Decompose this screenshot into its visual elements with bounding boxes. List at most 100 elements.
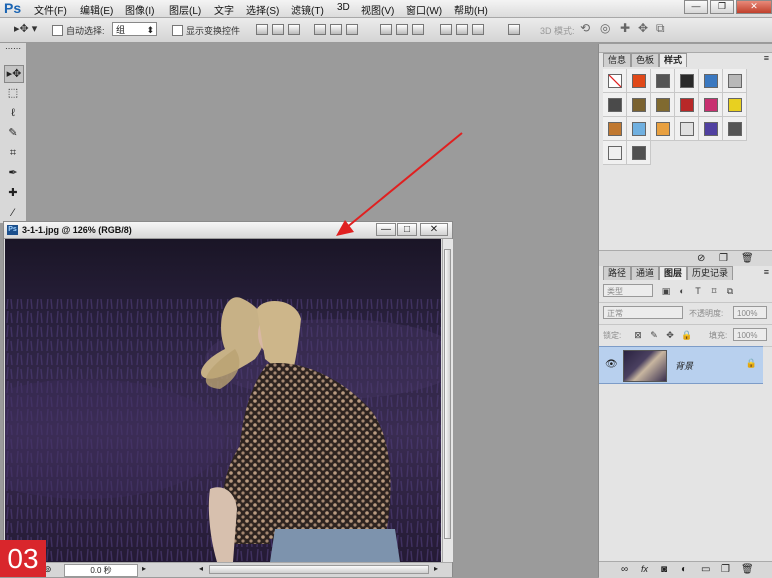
auto-align-icon[interactable] bbox=[508, 24, 520, 35]
style-swatch-cell[interactable] bbox=[627, 141, 651, 165]
tab-swatches[interactable]: 色板 bbox=[631, 53, 660, 67]
tab-paths[interactable]: 路径 bbox=[603, 266, 632, 280]
distribute-left-icon[interactable] bbox=[440, 24, 452, 35]
layer-row-background[interactable]: 👁 背景 🔒 bbox=[599, 346, 763, 384]
style-swatch-cell[interactable] bbox=[651, 69, 675, 93]
align-left-icon[interactable] bbox=[314, 24, 326, 35]
link-layers-icon[interactable]: ∞ bbox=[621, 564, 628, 575]
style-swatch-cell[interactable] bbox=[603, 141, 627, 165]
align-top-icon[interactable] bbox=[256, 24, 268, 35]
distribute-right-icon[interactable] bbox=[472, 24, 484, 35]
style-swatch-cell[interactable] bbox=[675, 117, 699, 141]
menu-window[interactable]: 窗口(W) bbox=[406, 2, 442, 17]
delete-layer-icon[interactable]: 🗑 bbox=[741, 564, 754, 575]
healing-brush-tool-icon[interactable]: ✚ bbox=[4, 185, 22, 201]
quick-select-tool-icon[interactable]: ✎ bbox=[4, 125, 22, 141]
style-swatch-cell[interactable] bbox=[675, 93, 699, 117]
auto-select-checkbox[interactable] bbox=[52, 25, 63, 36]
style-swatch-cell[interactable] bbox=[699, 93, 723, 117]
add-mask-icon[interactable]: ◙ bbox=[661, 564, 667, 575]
lasso-tool-icon[interactable]: ℓ bbox=[4, 105, 22, 121]
tab-info[interactable]: 信息 bbox=[603, 53, 632, 67]
doc-maximize-button[interactable]: □ bbox=[397, 223, 417, 236]
distribute-bottom-icon[interactable] bbox=[412, 24, 424, 35]
3d-slide-icon[interactable]: ✥ bbox=[638, 21, 648, 35]
window-restore-button[interactable]: ❐ bbox=[710, 0, 734, 14]
3d-pan-icon[interactable]: ✚ bbox=[620, 21, 630, 35]
style-swatch-cell[interactable] bbox=[699, 69, 723, 93]
align-hcenter-icon[interactable] bbox=[330, 24, 342, 35]
distribute-hcenter-icon[interactable] bbox=[456, 24, 468, 35]
lock-position-icon[interactable]: ✥ bbox=[665, 330, 675, 340]
layer-name[interactable]: 背景 bbox=[675, 359, 693, 372]
style-swatch-cell[interactable] bbox=[723, 117, 747, 141]
filter-adjust-icon[interactable]: ◐ bbox=[677, 286, 687, 296]
style-swatch-cell[interactable] bbox=[627, 117, 651, 141]
clear-style-icon[interactable]: ⊘ bbox=[697, 253, 705, 264]
style-swatch-cell[interactable] bbox=[603, 93, 627, 117]
layers-menu-icon[interactable]: ≡ bbox=[764, 267, 769, 277]
filter-pixel-icon[interactable]: ▣ bbox=[661, 286, 671, 296]
vertical-scrollbar[interactable] bbox=[442, 239, 453, 562]
style-swatch-cell[interactable] bbox=[603, 69, 627, 93]
status-arrow-icon[interactable]: ▸ bbox=[142, 564, 146, 573]
delete-style-icon[interactable]: 🗑 bbox=[741, 253, 754, 264]
show-transform-checkbox[interactable] bbox=[172, 25, 183, 36]
lock-transparent-icon[interactable]: ⊠ bbox=[633, 330, 643, 340]
tab-history[interactable]: 历史记录 bbox=[687, 266, 734, 280]
window-close-button[interactable]: ✕ bbox=[736, 0, 772, 14]
scroll-left-icon[interactable]: ◂ bbox=[199, 564, 203, 573]
menu-type[interactable]: 文字 bbox=[214, 2, 234, 17]
panel-menu-icon[interactable]: ≡ bbox=[764, 53, 769, 63]
doc-minimize-button[interactable]: — bbox=[376, 223, 396, 236]
move-tool-icon[interactable]: ▸✥ bbox=[4, 65, 24, 83]
blend-mode-dropdown[interactable]: 正常 bbox=[603, 306, 683, 319]
distribute-vcenter-icon[interactable] bbox=[396, 24, 408, 35]
tools-grip[interactable]: ⋯⋯ bbox=[4, 45, 22, 53]
3d-rotate-icon[interactable]: ⟲ bbox=[580, 21, 590, 35]
lock-pixels-icon[interactable]: ✎ bbox=[649, 330, 659, 340]
filter-type-icon[interactable]: T bbox=[693, 286, 703, 296]
crop-tool-icon[interactable]: ⌗ bbox=[4, 145, 22, 161]
menu-image[interactable]: 图像(I) bbox=[125, 2, 154, 17]
menu-file[interactable]: 文件(F) bbox=[34, 2, 67, 17]
move-tool-preset-icon[interactable]: ▸✥ ▾ bbox=[14, 22, 37, 35]
fill-field[interactable]: 100% bbox=[733, 328, 767, 341]
menu-3d[interactable]: 3D bbox=[337, 2, 350, 13]
menu-view[interactable]: 视图(V) bbox=[361, 2, 394, 17]
status-zoom-field[interactable]: 0.0 秒 bbox=[64, 564, 138, 577]
style-swatch-cell[interactable] bbox=[675, 69, 699, 93]
new-style-icon[interactable]: ❐ bbox=[719, 253, 728, 264]
lock-all-icon[interactable]: 🔒 bbox=[681, 330, 692, 340]
tab-layers[interactable]: 图层 bbox=[659, 266, 688, 280]
menu-help[interactable]: 帮助(H) bbox=[454, 2, 488, 17]
menu-select[interactable]: 选择(S) bbox=[246, 2, 279, 17]
3d-scale-icon[interactable]: ⧉ bbox=[656, 21, 665, 36]
panel-grip[interactable] bbox=[599, 44, 772, 53]
new-group-icon[interactable]: ▭ bbox=[701, 564, 710, 575]
style-swatch-cell[interactable] bbox=[651, 93, 675, 117]
3d-roll-icon[interactable]: ◎ bbox=[600, 21, 610, 35]
window-minimize-button[interactable]: — bbox=[684, 0, 708, 14]
menu-layer[interactable]: 图层(L) bbox=[169, 2, 201, 17]
style-swatch-cell[interactable] bbox=[627, 69, 651, 93]
style-swatch-cell[interactable] bbox=[723, 69, 747, 93]
distribute-top-icon[interactable] bbox=[380, 24, 392, 35]
adjustment-layer-icon[interactable]: ◐ bbox=[681, 564, 687, 575]
filter-shape-icon[interactable]: ⌑ bbox=[709, 286, 719, 296]
scroll-right-icon[interactable]: ▸ bbox=[434, 564, 438, 573]
kind-filter-dropdown[interactable]: 类型 bbox=[603, 284, 653, 297]
style-swatch-cell[interactable] bbox=[699, 117, 723, 141]
tab-styles[interactable]: 样式 bbox=[659, 53, 688, 67]
auto-select-dropdown[interactable]: 组 ⬍ bbox=[112, 22, 157, 36]
style-swatch-cell[interactable] bbox=[651, 117, 675, 141]
style-swatch-cell[interactable] bbox=[627, 93, 651, 117]
align-vcenter-icon[interactable] bbox=[272, 24, 284, 35]
align-right-icon[interactable] bbox=[346, 24, 358, 35]
document-title-bar[interactable]: Ps 3-1-1.jpg @ 126% (RGB/8) — □ ✕ bbox=[4, 222, 452, 239]
brush-tool-icon[interactable]: ⁄ bbox=[4, 205, 22, 221]
vertical-scroll-thumb[interactable] bbox=[444, 249, 451, 539]
eye-icon[interactable]: 👁 bbox=[605, 359, 618, 370]
opacity-field[interactable]: 100% bbox=[733, 306, 767, 319]
menu-edit[interactable]: 编辑(E) bbox=[80, 2, 113, 17]
